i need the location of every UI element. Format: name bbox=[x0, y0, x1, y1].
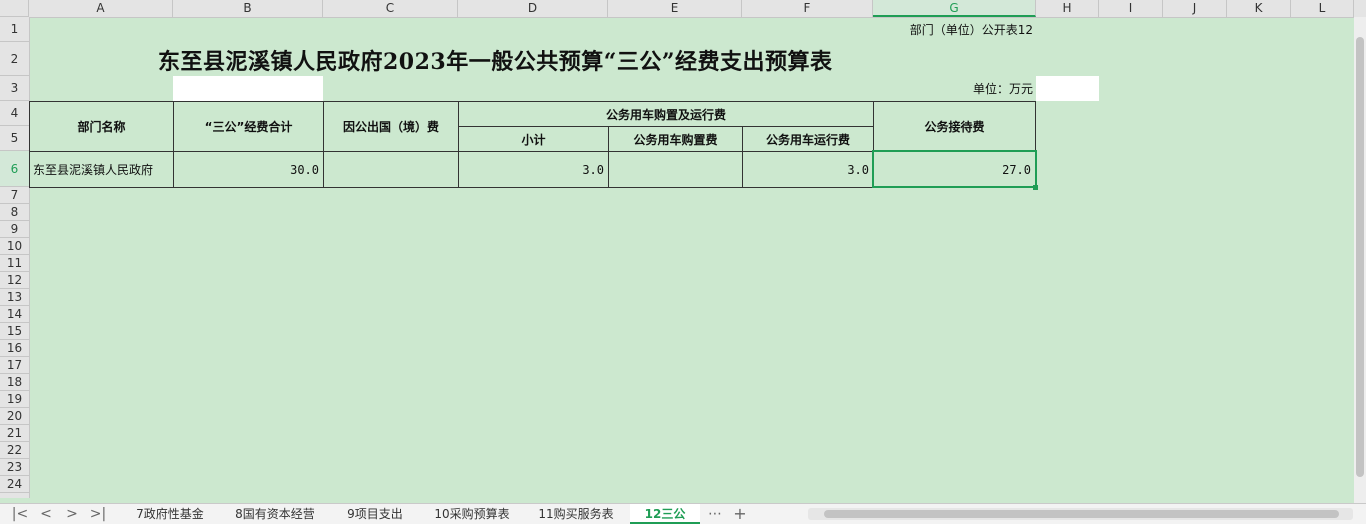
unit-label-cell[interactable]: 单位：万元 bbox=[873, 76, 1036, 101]
cell-subtotal[interactable]: 3.0 bbox=[458, 151, 609, 188]
tab-8[interactable]: 8国有资本经营 bbox=[222, 504, 328, 524]
row-header[interactable]: 19 bbox=[0, 391, 29, 408]
cell-dept-name[interactable]: 东至县泥溪镇人民政府 bbox=[29, 151, 174, 188]
header-reception[interactable]: 公务接待费 bbox=[873, 101, 1036, 152]
fill-handle[interactable] bbox=[1033, 185, 1038, 190]
column-header-f[interactable]: F bbox=[742, 0, 873, 17]
tab-9[interactable]: 9项目支出 bbox=[332, 504, 418, 524]
cell-vehicle-operation[interactable]: 3.0 bbox=[742, 151, 874, 188]
row-header[interactable]: 16 bbox=[0, 340, 29, 357]
column-header-e[interactable]: E bbox=[608, 0, 742, 17]
column-header-j[interactable]: J bbox=[1163, 0, 1227, 17]
row-header[interactable]: 12 bbox=[0, 272, 29, 289]
column-header-d[interactable]: D bbox=[458, 0, 608, 17]
row-header[interactable]: 20 bbox=[0, 408, 29, 425]
row-header[interactable]: 21 bbox=[0, 425, 29, 442]
column-header-i[interactable]: I bbox=[1099, 0, 1163, 17]
blank-white-cell-b3[interactable] bbox=[173, 76, 323, 101]
cell-abroad[interactable] bbox=[323, 151, 459, 188]
tab-12-active[interactable]: 12三公 bbox=[630, 504, 700, 524]
cell-vehicle-purchase[interactable] bbox=[608, 151, 743, 188]
row-header[interactable]: 7 bbox=[0, 187, 29, 204]
row-header[interactable]: 23 bbox=[0, 459, 29, 476]
header-vehicle-operation[interactable]: 公务用车运行费 bbox=[742, 126, 874, 152]
horizontal-scroll-thumb[interactable] bbox=[824, 510, 1339, 518]
column-header-g[interactable]: G bbox=[873, 0, 1036, 17]
row-header[interactable]: 1 bbox=[0, 17, 29, 42]
tab-7[interactable]: 7政府性基金 bbox=[122, 504, 218, 524]
active-cell-selection[interactable] bbox=[872, 150, 1037, 188]
row-header[interactable]: 8 bbox=[0, 204, 29, 221]
tab-10[interactable]: 10采购预算表 bbox=[422, 504, 522, 524]
horizontal-scrollbar[interactable] bbox=[808, 508, 1353, 520]
last-sheet-icon[interactable]: >| bbox=[88, 504, 108, 524]
column-header-h[interactable]: H bbox=[1036, 0, 1099, 17]
header-dept-name[interactable]: 部门名称 bbox=[29, 101, 174, 152]
prev-sheet-icon[interactable]: < bbox=[36, 504, 56, 524]
tab-11[interactable]: 11购买服务表 bbox=[526, 504, 626, 524]
sheet-title[interactable]: 东至县泥溪镇人民政府2023年一般公共预算“三公”经费支出预算表 bbox=[158, 44, 833, 76]
row-header[interactable]: 5 bbox=[0, 126, 29, 151]
column-header-b[interactable]: B bbox=[173, 0, 323, 17]
row-header[interactable]: 15 bbox=[0, 323, 29, 340]
row-header[interactable]: 9 bbox=[0, 221, 29, 238]
header-abroad[interactable]: 因公出国（境）费 bbox=[323, 101, 459, 152]
header-vehicle-group[interactable]: 公务用车购置及运行费 bbox=[458, 101, 874, 127]
blank-white-cell-h3[interactable] bbox=[1036, 76, 1099, 101]
form-label-cell[interactable]: 部门（单位）公开表12 bbox=[873, 17, 1036, 42]
row-header[interactable]: 22 bbox=[0, 442, 29, 459]
row-header[interactable]: 11 bbox=[0, 255, 29, 272]
column-header-a[interactable]: A bbox=[29, 0, 173, 17]
add-sheet-icon[interactable]: + bbox=[730, 504, 750, 524]
row-header[interactable]: 13 bbox=[0, 289, 29, 306]
sheet-tab-bar: |< < > >| 7政府性基金 8国有资本经营 9项目支出 10采购预算表 1… bbox=[0, 503, 1366, 524]
row-header[interactable]: 14 bbox=[0, 306, 29, 323]
row-header[interactable]: 18 bbox=[0, 374, 29, 391]
row-header-bar: 1 2 3 4 5 6 7 8 9 10 11 12 13 14 15 16 1… bbox=[0, 17, 30, 498]
row-header[interactable]: 4 bbox=[0, 101, 29, 126]
header-total[interactable]: “三公”经费合计 bbox=[173, 101, 324, 152]
row-header-active[interactable]: 6 bbox=[0, 151, 29, 187]
next-sheet-icon[interactable]: > bbox=[62, 504, 82, 524]
more-tabs-icon[interactable]: ⋯ bbox=[705, 504, 725, 524]
vertical-scroll-thumb[interactable] bbox=[1356, 37, 1364, 477]
row-header[interactable]: 2 bbox=[0, 42, 29, 76]
row-header[interactable]: 3 bbox=[0, 76, 29, 101]
header-subtotal[interactable]: 小计 bbox=[458, 126, 609, 152]
row-header[interactable]: 17 bbox=[0, 357, 29, 374]
column-header-c[interactable]: C bbox=[323, 0, 458, 17]
column-header-bar: A B C D E F G H I J K L bbox=[0, 0, 1366, 18]
row-header[interactable]: 10 bbox=[0, 238, 29, 255]
cell-total[interactable]: 30.0 bbox=[173, 151, 324, 188]
header-vehicle-purchase[interactable]: 公务用车购置费 bbox=[608, 126, 743, 152]
select-all-corner[interactable] bbox=[0, 0, 29, 17]
vertical-scrollbar[interactable] bbox=[1354, 17, 1366, 503]
column-header-k[interactable]: K bbox=[1227, 0, 1291, 17]
first-sheet-icon[interactable]: |< bbox=[10, 504, 30, 524]
column-header-l[interactable]: L bbox=[1291, 0, 1354, 17]
row-header[interactable]: 24 bbox=[0, 476, 29, 493]
